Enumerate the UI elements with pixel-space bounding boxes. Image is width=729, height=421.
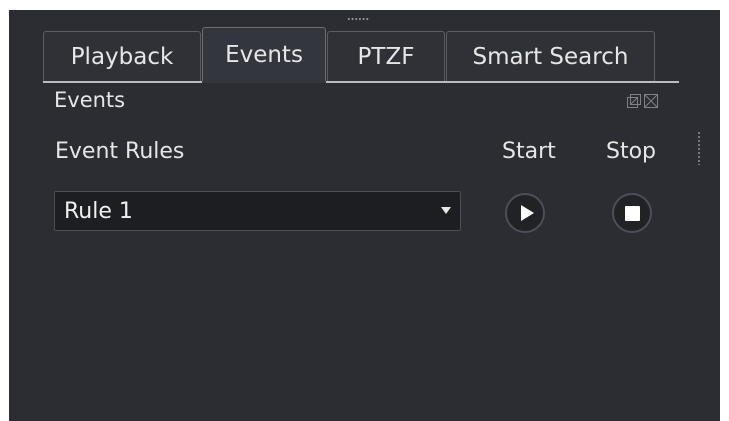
- event-rules-label: Event Rules: [55, 139, 185, 164]
- tab-label: Smart Search: [472, 44, 629, 70]
- start-label: Start: [502, 139, 556, 164]
- stop-label: Stop: [606, 139, 657, 164]
- splitter-handle[interactable]: [697, 131, 701, 165]
- tab-smart-search[interactable]: Smart Search: [446, 31, 655, 82]
- selected-rule-value: Rule 1: [64, 199, 133, 224]
- tab-playback[interactable]: Playback: [43, 31, 201, 82]
- tab-events[interactable]: Events: [202, 27, 326, 82]
- panel-title: Events: [54, 88, 126, 112]
- stop-button[interactable]: [612, 193, 652, 233]
- tab-label: Playback: [70, 44, 174, 70]
- close-icon[interactable]: [644, 94, 658, 108]
- tab-label: PTZF: [357, 44, 415, 70]
- drag-handle[interactable]: [347, 17, 369, 21]
- stop-icon: [624, 205, 640, 221]
- dock-controls: [627, 94, 658, 108]
- chevron-down-icon: [441, 207, 451, 214]
- float-icon[interactable]: [627, 94, 641, 108]
- active-tab-gap: [202, 81, 326, 83]
- tab-bar-underline: [43, 81, 679, 83]
- events-panel: Playback Events PTZF Smart Search Events…: [9, 10, 720, 421]
- rule-select[interactable]: Rule 1: [54, 191, 461, 231]
- tab-ptzf[interactable]: PTZF: [327, 31, 445, 82]
- tab-label: Events: [225, 42, 303, 68]
- play-icon: [520, 205, 534, 221]
- start-button[interactable]: [505, 193, 545, 233]
